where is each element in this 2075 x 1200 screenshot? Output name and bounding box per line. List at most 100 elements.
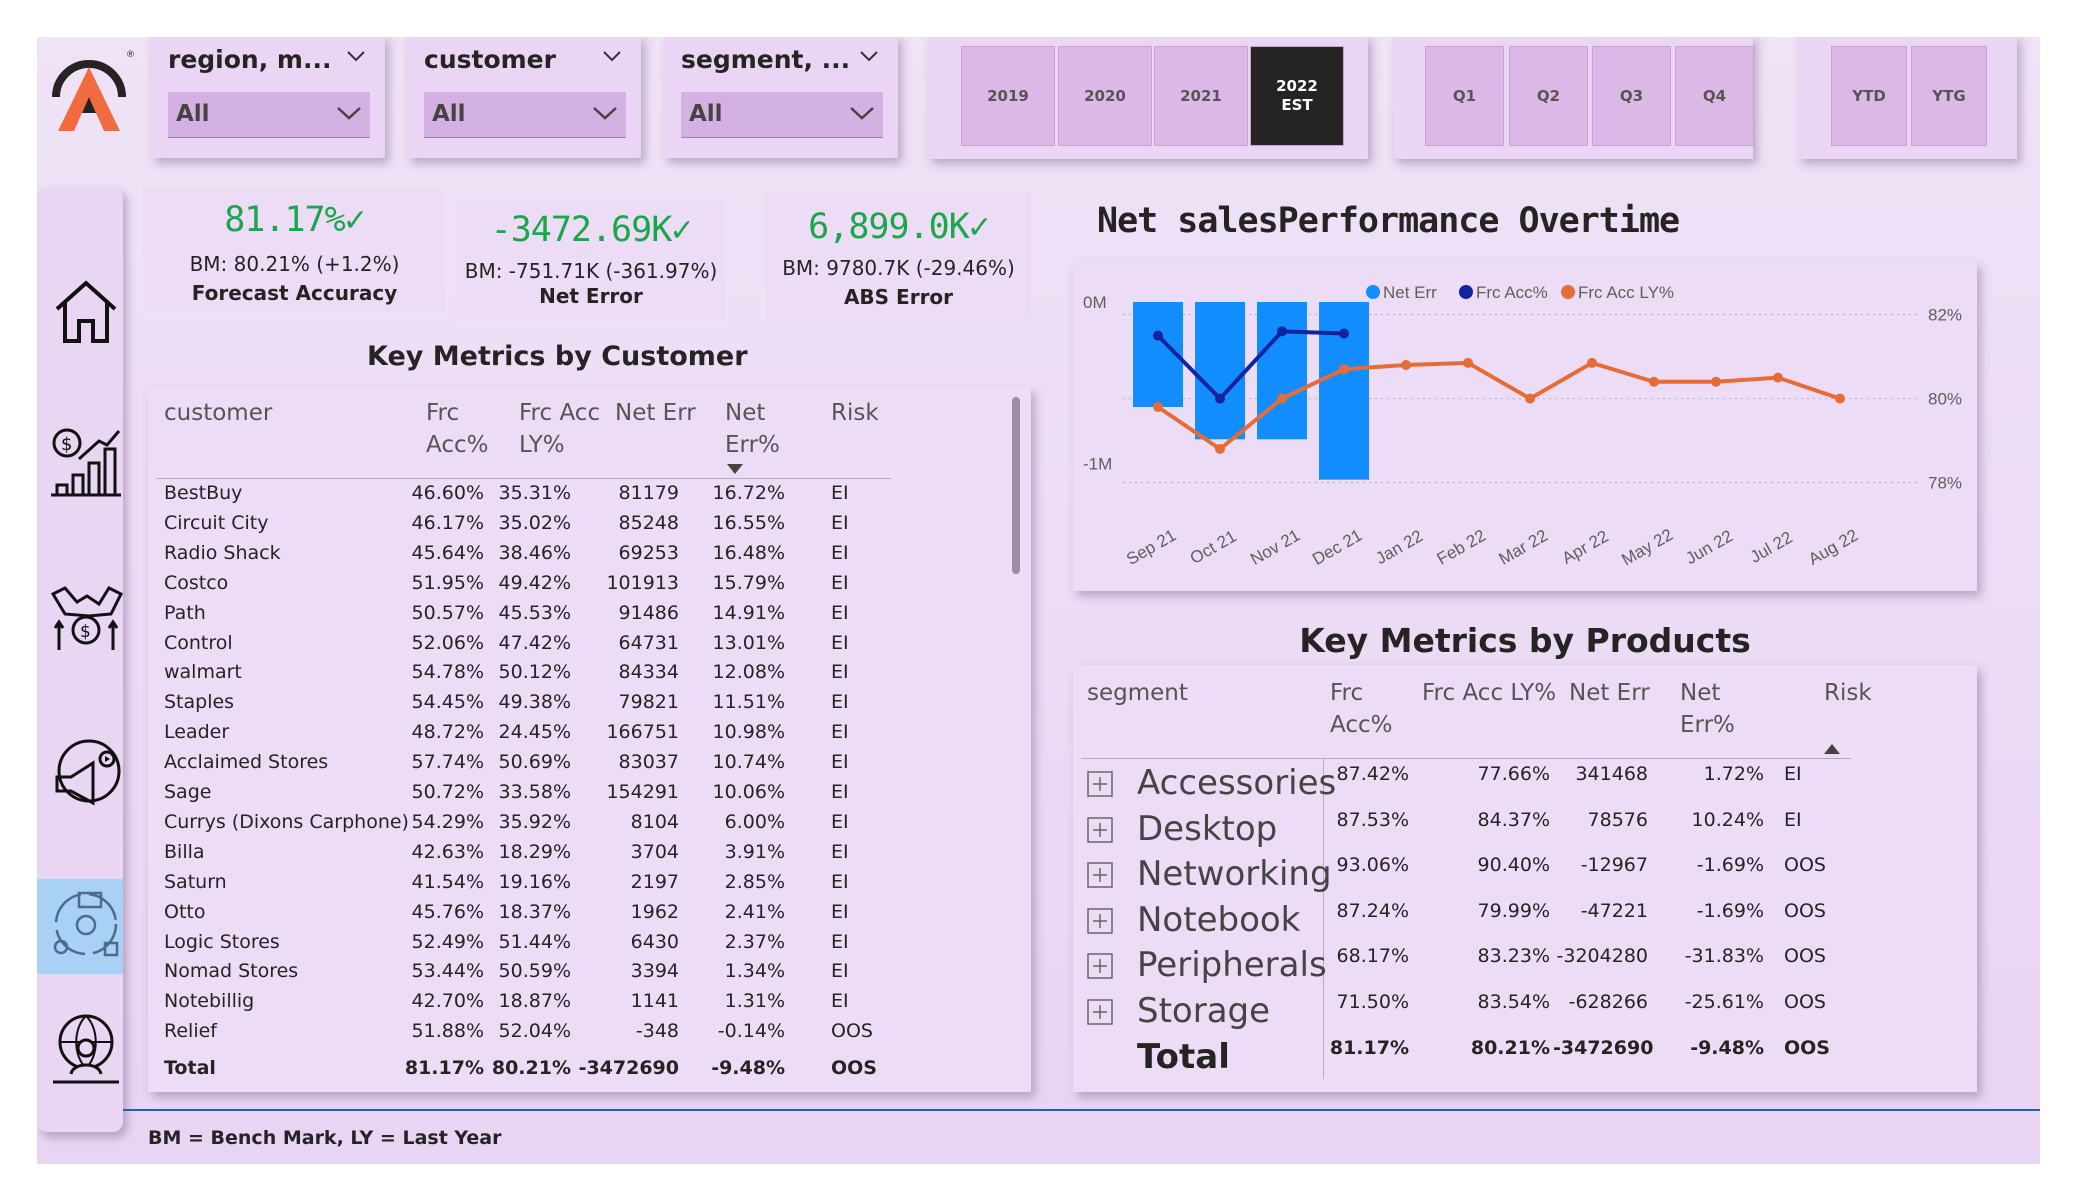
col-header-net-err[interactable]: Net Err	[1569, 677, 1650, 709]
table-row[interactable]: Accessories 87.42% 77.66% 341468 1.72% EI	[1073, 759, 1853, 805]
table-row[interactable]: Radio Shack 45.64% 38.46% 69253 16.48% EI	[148, 539, 908, 569]
handshake-finance-icon[interactable]: $	[49, 580, 123, 654]
slicer-segment-dropdown[interactable]: All	[681, 92, 883, 138]
table-row[interactable]: Notebook 87.24% 79.99% -47221 -1.69% OOS	[1073, 896, 1853, 942]
table-row[interactable]: walmart 54.78% 50.12% 84334 12.08% EI	[148, 658, 908, 688]
cell-frc-acc-ly: 50.59%	[498, 960, 571, 983]
legend-label: Frc Acc%	[1476, 283, 1548, 302]
scrollbar-thumb[interactable]	[1012, 397, 1020, 574]
cell-frc-acc-ly: 50.12%	[498, 661, 571, 684]
table-row[interactable]: Networking 93.06% 90.40% -12967 -1.69% OOS	[1073, 850, 1853, 896]
expand-icon[interactable]	[1087, 999, 1113, 1025]
slicer-customer[interactable]: customer All	[407, 37, 641, 158]
col-header-customer[interactable]: customer	[164, 397, 272, 429]
col-header-frc-acc[interactable]: Frc Acc%	[426, 397, 488, 461]
year-tile-2022-est[interactable]: 2022 EST	[1250, 46, 1344, 146]
table-row[interactable]: Otto 45.76% 18.37% 1962 2.41% EI	[148, 898, 908, 928]
table-row[interactable]: Nomad Stores 53.44% 50.59% 3394 1.34% EI	[148, 957, 908, 987]
slicer-region[interactable]: region, m... All	[151, 37, 385, 158]
table-row[interactable]: Peripherals 68.17% 83.23% -3204280 -31.83% OO…	[1073, 941, 1853, 987]
customer-table-title: Key Metrics by Customer	[367, 341, 748, 372]
period-slicer: YTD YTG	[1798, 37, 2017, 159]
svg-text:$: $	[61, 434, 72, 455]
cell-net-err: 8104	[630, 810, 679, 833]
cell-net-err: 84334	[618, 661, 679, 684]
col-header-net-err-pct[interactable]: Net Err%	[1680, 677, 1735, 741]
expand-icon[interactable]	[1087, 953, 1113, 980]
col-header-net-err[interactable]: Net Err	[615, 397, 696, 429]
cell-frc-acc: 54.29%	[411, 810, 484, 833]
table-row[interactable]: Circuit City 46.17% 35.02% 85248 16.55% EI	[148, 509, 908, 539]
table-row[interactable]: Storage 71.50% 83.54% -628266 -25.61% OOS	[1073, 987, 1853, 1033]
side-nav: $ $	[37, 187, 123, 1132]
cell-net-err: 1141	[630, 990, 679, 1013]
slicer-customer-dropdown[interactable]: All	[424, 92, 626, 138]
table-row[interactable]: Currys (Dixons Carphone) 54.29% 35.92% 8104…	[148, 808, 908, 838]
table-row[interactable]: Leader 48.72% 24.45% 166751 10.98% EI	[148, 718, 908, 748]
year-tile-2019[interactable]: 2019	[961, 46, 1055, 146]
table-row[interactable]: Billa 42.63% 18.29% 3704 3.91% EI	[148, 838, 908, 868]
col-header-frc-acc-ly[interactable]: Frc Acc LY%	[1422, 677, 1556, 709]
table-row[interactable]: Logic Stores 52.49% 51.44% 6430 2.37% EI	[148, 928, 908, 958]
cell-risk: OOS	[1784, 945, 1826, 968]
chevron-down-icon[interactable]	[858, 45, 880, 67]
cell-net-err: -3204280	[1556, 945, 1648, 968]
slicer-segment-title: segment, ...	[681, 45, 851, 74]
kpi-abs-error-bm: BM: 9780.7K (-29.46%)	[782, 256, 1015, 280]
table-row[interactable]: Notebillig 42.70% 18.87% 1141 1.31% EI	[148, 987, 908, 1017]
table-row[interactable]: Costco 51.95% 49.42% 101913 15.79% EI	[148, 569, 908, 599]
expand-icon[interactable]	[1087, 771, 1113, 797]
sales-growth-icon[interactable]: $	[49, 425, 123, 499]
total-cell-net-err: -3472690	[578, 1057, 679, 1079]
total-row[interactable]: Total 81.17% 80.21% -3472690 -9.48% OOS	[1073, 1033, 1853, 1079]
cell-segment: Notebook	[1137, 899, 1301, 940]
supply-chain-settings-icon[interactable]	[49, 887, 123, 961]
marketing-icon[interactable]	[49, 737, 123, 811]
global-user-icon[interactable]	[49, 1012, 123, 1086]
expand-icon[interactable]	[1087, 862, 1113, 888]
quarter-tile-q2[interactable]: Q2	[1509, 46, 1588, 146]
cell-frc-acc-ly: 49.42%	[498, 571, 571, 594]
table-row[interactable]: Relief 51.88% 52.04% -348 -0.14% OOS	[148, 1017, 908, 1047]
cell-frc-acc-ly: 51.44%	[498, 930, 571, 953]
col-header-frc-acc-ly[interactable]: Frc Acc LY%	[519, 397, 600, 461]
table-row[interactable]: Staples 54.45% 49.38% 79821 11.51% EI	[148, 688, 908, 718]
table-row[interactable]: Sage 50.72% 33.58% 154291 10.06% EI	[148, 778, 908, 808]
slicer-segment[interactable]: segment, ... All	[664, 37, 898, 158]
quarter-tile-q3[interactable]: Q3	[1592, 46, 1671, 146]
year-tile-2020[interactable]: 2020	[1058, 46, 1152, 146]
customer-total-row: Total 81.17% 80.21% -3472690 -9.48% OOS	[148, 1054, 908, 1084]
table-row[interactable]: Path 50.57% 45.53% 91486 14.91% EI	[148, 599, 908, 629]
slicer-region-title: region, m...	[168, 45, 332, 74]
table-row[interactable]: BestBuy 46.60% 35.31% 81179 16.72% EI	[148, 479, 908, 509]
expand-icon[interactable]	[1087, 908, 1113, 934]
period-tile-ytd[interactable]: YTD	[1831, 46, 1907, 146]
col-header-risk[interactable]: Risk	[831, 397, 879, 429]
cell-risk: EI	[831, 900, 849, 923]
table-row[interactable]: Acclaimed Stores 57.74% 50.69% 83037 10.74% E…	[148, 748, 908, 778]
col-header-risk[interactable]: Risk	[1824, 677, 1872, 709]
period-tile-ytg[interactable]: YTG	[1911, 46, 1987, 146]
quarter-tile-q4[interactable]: Q4	[1675, 46, 1754, 146]
col-header-net-err-pct[interactable]: Net Err%	[725, 397, 780, 461]
col-header-segment[interactable]: segment	[1087, 677, 1188, 709]
expand-icon[interactable]	[1087, 816, 1113, 843]
table-row[interactable]: Desktop 87.53% 84.37% 78576 10.24% EI	[1073, 805, 1853, 851]
slicer-region-dropdown[interactable]: All	[168, 92, 370, 138]
point-frc-acc-ly-	[1773, 372, 1783, 383]
chevron-down-icon[interactable]	[601, 45, 623, 67]
cell-customer: Radio Shack	[164, 541, 281, 564]
table-row[interactable]: Control 52.06% 47.42% 64731 13.01% EI	[148, 629, 908, 659]
col-header-frc-acc[interactable]: Frc Acc%	[1330, 677, 1392, 741]
cell-risk: EI	[1784, 808, 1802, 831]
table-row[interactable]: Saturn 41.54% 19.16% 2197 2.85% EI	[148, 868, 908, 898]
cell-risk: EI	[831, 511, 849, 534]
total-cell-net-err-pct: -9.48%	[711, 1057, 785, 1079]
home-icon[interactable]	[49, 275, 123, 349]
cell-customer: Control	[164, 631, 233, 654]
cell-frc-acc: 53.44%	[411, 960, 484, 983]
year-tile-2021[interactable]: 2021	[1154, 46, 1248, 146]
quarter-tile-q1[interactable]: Q1	[1425, 46, 1504, 146]
cell-customer: Saturn	[164, 870, 227, 893]
chevron-down-icon[interactable]	[345, 45, 367, 67]
